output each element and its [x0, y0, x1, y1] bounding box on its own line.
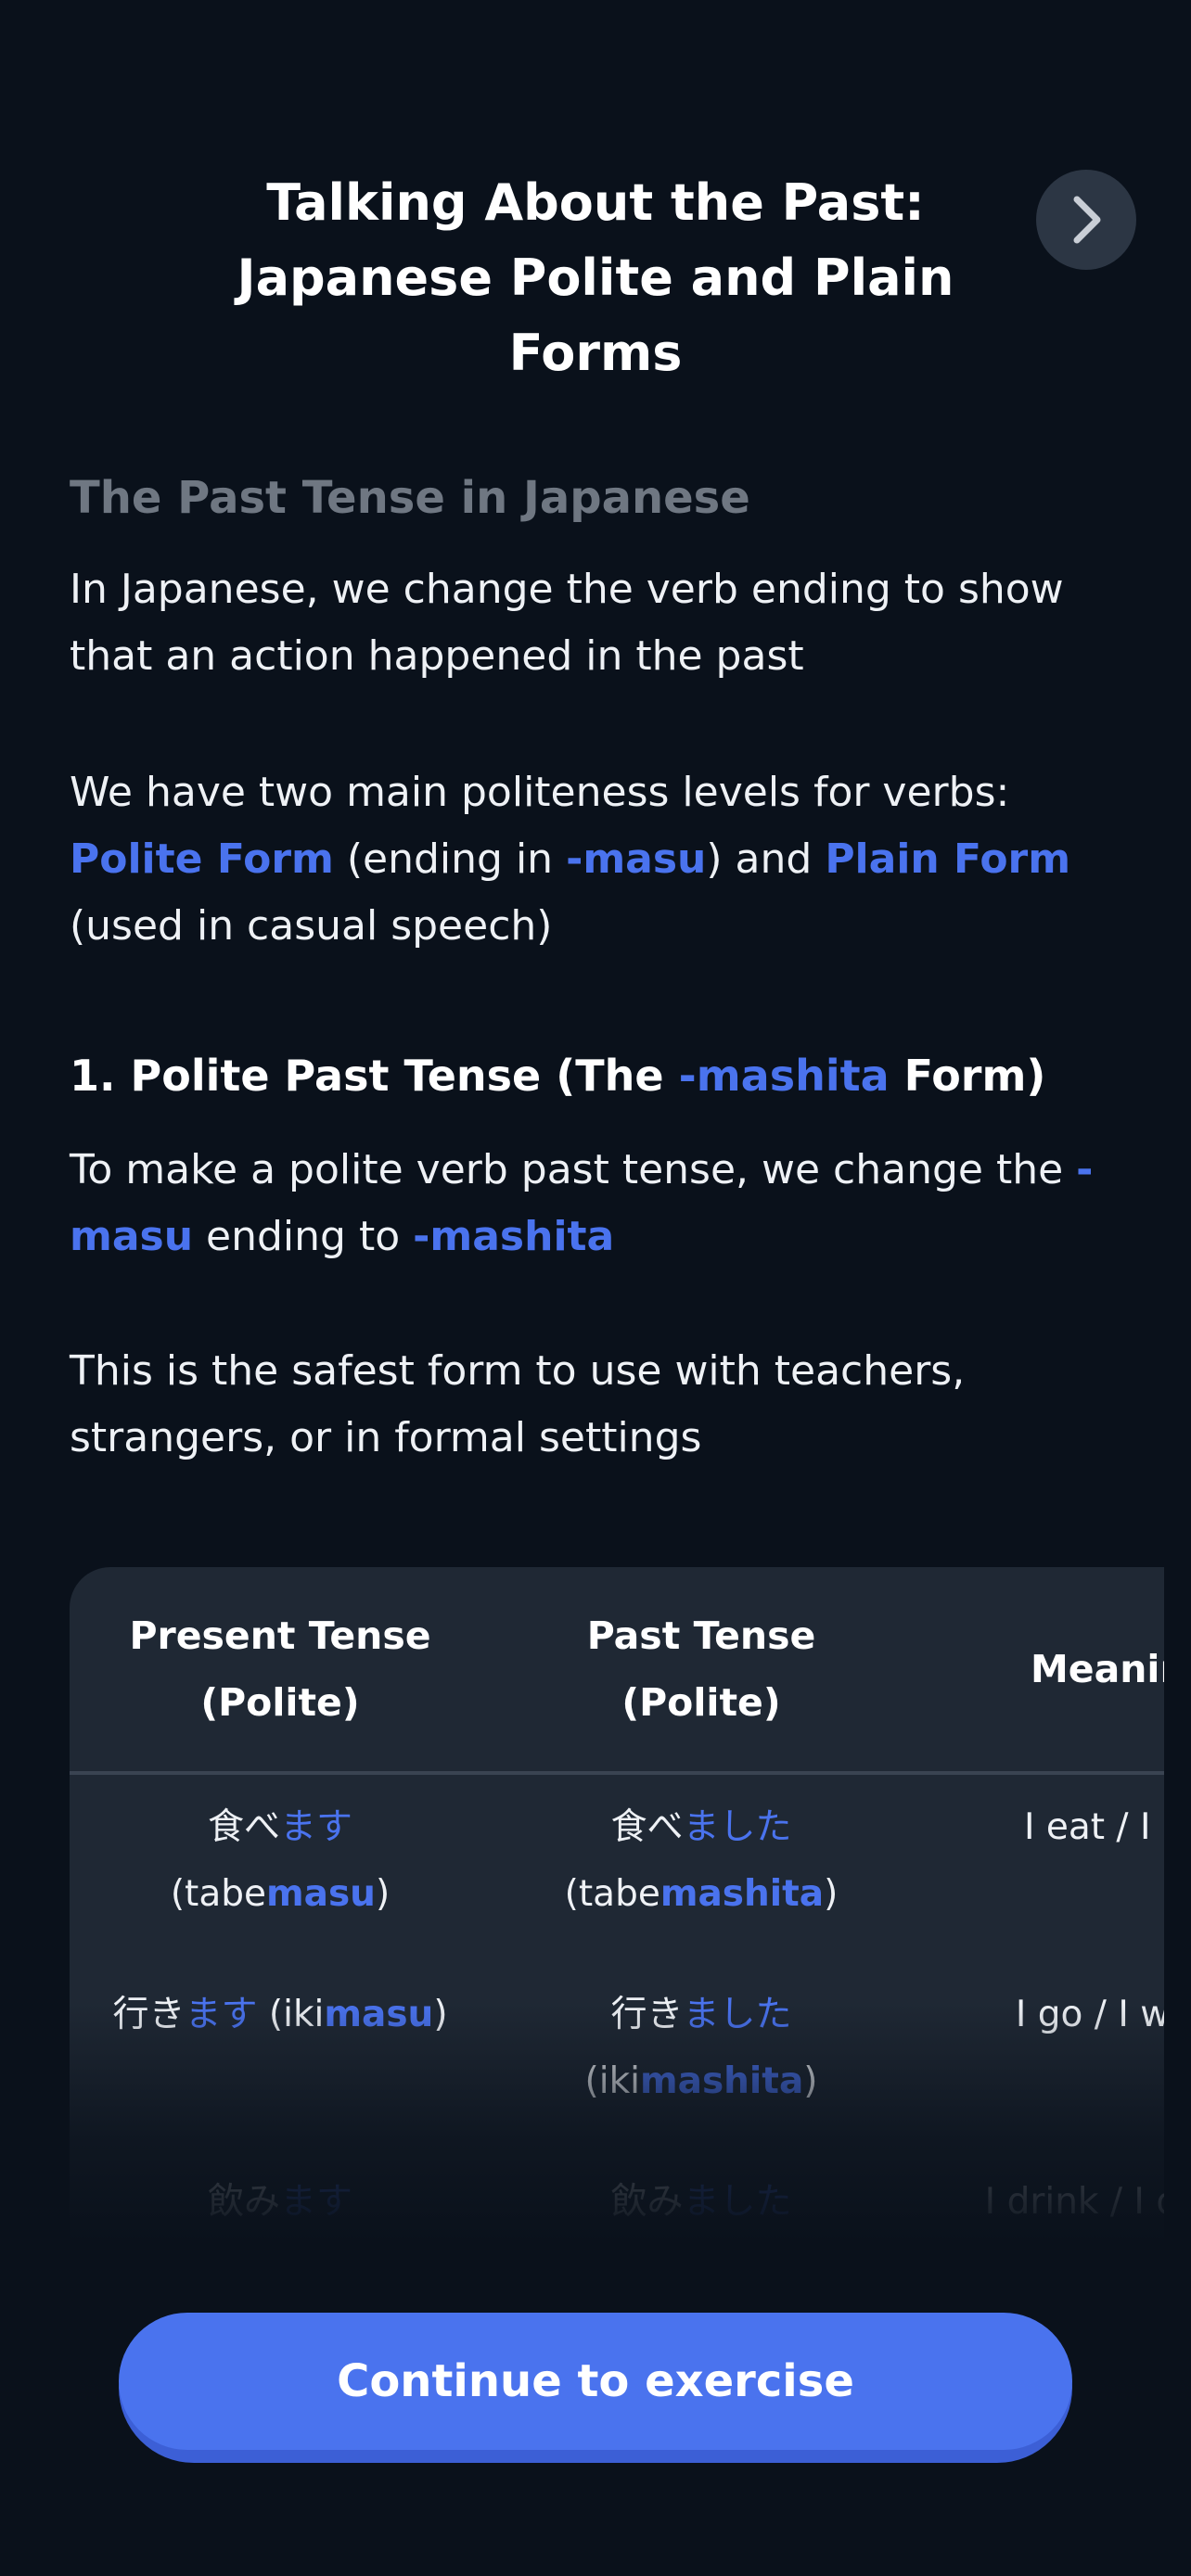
header-past-tense: Past Tense (Polite) — [491, 1567, 912, 1771]
present-ending: ます — [280, 1806, 353, 1848]
header-past-line-1: Past Tense — [586, 1613, 816, 1658]
header-present-line-1: Present Tense — [129, 1613, 431, 1658]
past-romaji-close: ) — [803, 2060, 818, 2102]
header-present-line-2: (Polite) — [200, 1680, 360, 1725]
table-row-1-present: 食べます (tabemasu) — [70, 1794, 491, 1928]
past-romaji-close: ) — [824, 1873, 839, 1915]
polite-heading-post: Form) — [889, 1051, 1046, 1101]
polite-rule-paragraph: To make a polite verb past tense, we cha… — [70, 1137, 1136, 1270]
polite-rule-pre: To make a polite verb past tense, we cha… — [70, 1146, 1077, 1193]
levels-text-mid1: (ending in — [333, 835, 567, 883]
table-row-2-past: 行きました (ikimashita) — [491, 1982, 912, 2115]
past-stem: 飲み — [610, 2181, 684, 2223]
present-romaji-stem: (iki — [257, 1994, 325, 2035]
table-row-3-meaning: I drink / I drank — [984, 2181, 1164, 2223]
table-row-3-present: 飲みます — [70, 2169, 491, 2236]
table-header: Present Tense (Polite) Past Tense (Polite)… — [70, 1567, 1164, 1775]
past-romaji-ending: mashita — [660, 1873, 825, 1915]
masu-highlight: -masu — [566, 835, 707, 883]
chevron-right-icon — [1068, 192, 1105, 248]
conjugation-table[interactable]: Present Tense (Polite) Past Tense (Polite)… — [70, 1567, 1164, 2244]
levels-text-post: (used in casual speech) — [70, 902, 553, 950]
levels-text-mid2: ) and — [706, 835, 826, 883]
table-row-3-past: 飲みました — [491, 2169, 912, 2236]
present-romaji-ending: masu — [324, 1994, 434, 2035]
mashita-rule-highlight: -mashita — [413, 1213, 615, 1260]
polite-rule-mid: ending to — [193, 1213, 414, 1260]
header-meaning-label: Meaning — [1030, 1647, 1164, 1691]
lesson-title-line-2: Japanese Polite and Plain — [237, 249, 954, 307]
past-ending: ました — [683, 1806, 792, 1848]
present-romaji-close: ) — [375, 1873, 391, 1915]
table-row-1-past: 食べました (tabemashita) — [491, 1794, 912, 1928]
present-romaji-stem: (tabe — [170, 1873, 266, 1915]
past-ending: ました — [683, 2181, 792, 2223]
continue-button-label: Continue to exercise — [119, 2313, 1072, 2450]
lesson-title: Talking About the Past: Japanese Polite … — [186, 165, 1005, 390]
table-row-2-meaning: I go / I went — [1015, 1994, 1164, 2035]
polite-past-heading: 1. Polite Past Tense (The -mashita Form) — [70, 1046, 1136, 1105]
present-stem: 食べ — [207, 1806, 280, 1848]
levels-text-pre: We have two main politeness levels for v… — [70, 769, 1010, 816]
politeness-levels-paragraph: We have two main politeness levels for v… — [70, 759, 1136, 960]
past-romaji-stem: (tabe — [564, 1873, 660, 1915]
past-stem: 食べ — [610, 1806, 684, 1848]
lesson-title-line-1: Talking About the Past: — [266, 173, 925, 232]
section-title: The Past Tense in Japanese — [70, 472, 750, 524]
polite-heading-pre: 1. Polite Past Tense (The — [70, 1051, 679, 1101]
past-stem: 行き — [610, 1994, 684, 2035]
present-stem: 飲み — [207, 2181, 280, 2223]
header-past-line-2: (Polite) — [621, 1680, 781, 1725]
past-romaji-stem: (iki — [584, 2060, 640, 2102]
lesson-title-line-3: Forms — [508, 324, 683, 382]
present-stem: 行き — [112, 1994, 186, 2035]
table-row-1-meaning: I eat / I ate — [1023, 1806, 1164, 1848]
present-romaji-close: ) — [433, 1994, 448, 2035]
polite-form-highlight: Polite Form — [70, 835, 334, 883]
header-meaning: Meaning — [912, 1567, 1164, 1771]
present-romaji-ending: masu — [266, 1873, 376, 1915]
table-row-2-present: 行きます (ikimasu) — [70, 1982, 491, 2048]
plain-form-highlight: Plain Form — [825, 835, 1071, 883]
continue-to-exercise-button[interactable]: Continue to exercise — [119, 2313, 1072, 2463]
intro-paragraph: In Japanese, we change the verb ending t… — [70, 566, 1064, 680]
past-romaji-ending: mashita — [640, 2060, 804, 2102]
past-ending: ました — [683, 1994, 792, 2035]
mashita-heading-highlight: -mashita — [678, 1051, 890, 1101]
header-present-tense: Present Tense (Polite) — [70, 1567, 491, 1771]
present-ending: ます — [280, 2181, 353, 2223]
next-button[interactable] — [1036, 170, 1136, 270]
safest-form-paragraph: This is the safest form to use with teac… — [70, 1347, 966, 1461]
present-ending: ます — [185, 1994, 258, 2035]
